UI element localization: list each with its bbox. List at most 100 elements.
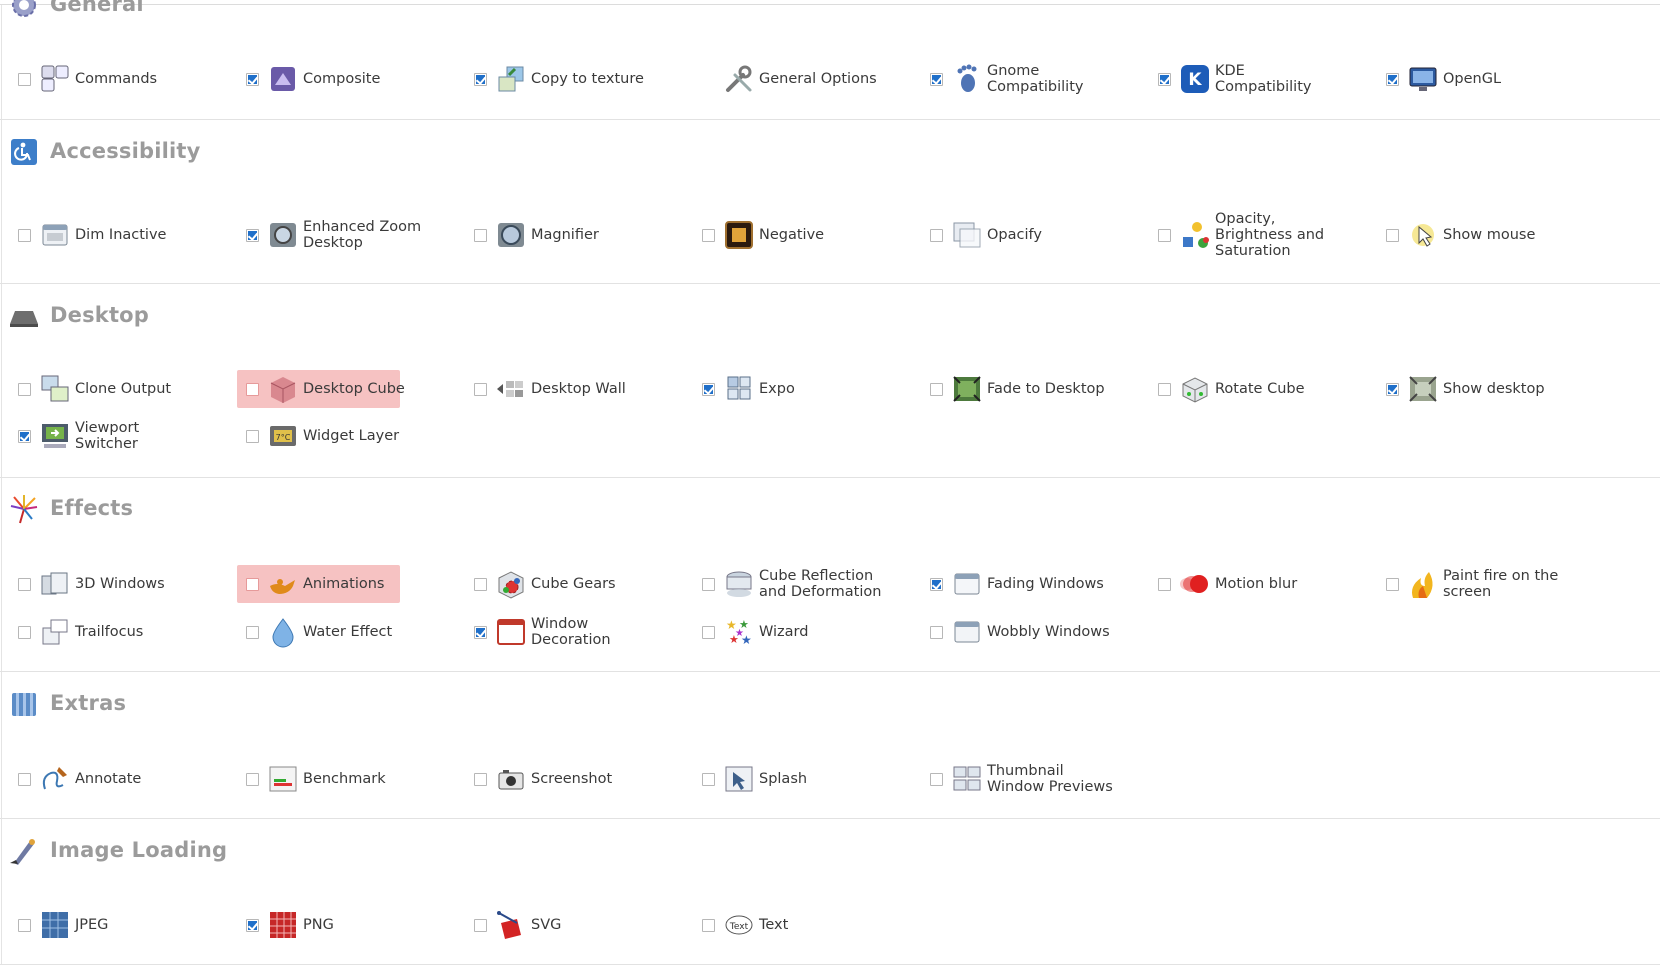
enable-checkbox[interactable] bbox=[474, 772, 487, 786]
plugin-label: Annotate bbox=[75, 771, 142, 787]
plugin-copy-to-texture[interactable]: Copy to texture bbox=[474, 59, 674, 99]
plugin-viewport-switcher[interactable]: Viewport Switcher bbox=[18, 416, 218, 456]
enable-checkbox[interactable] bbox=[474, 228, 487, 242]
plugin-opengl[interactable]: OpenGL bbox=[1386, 59, 1586, 99]
enable-checkbox[interactable] bbox=[246, 429, 259, 443]
png-icon bbox=[267, 909, 299, 941]
enable-checkbox[interactable] bbox=[702, 577, 715, 591]
plugin-trailfocus[interactable]: Trailfocus bbox=[18, 612, 218, 652]
dim-window-icon bbox=[39, 219, 71, 251]
enable-checkbox[interactable] bbox=[930, 625, 943, 639]
plugin-kde-compatibility[interactable]: K KDE Compatibility bbox=[1158, 59, 1358, 99]
plugin-composite[interactable]: Composite bbox=[246, 59, 446, 99]
plugin-opacify[interactable]: Opacify bbox=[930, 215, 1130, 255]
enable-checkbox[interactable] bbox=[1386, 72, 1399, 86]
plugin-clone-output[interactable]: Clone Output bbox=[18, 369, 218, 409]
plugin-text[interactable]: Text Text bbox=[702, 905, 902, 945]
plugin-annotate[interactable]: Annotate bbox=[18, 759, 218, 799]
plugin-magnifier[interactable]: Magnifier bbox=[474, 215, 674, 255]
enable-checkbox[interactable] bbox=[1158, 382, 1171, 396]
plugin-motion-blur[interactable]: Motion blur bbox=[1158, 564, 1358, 604]
enable-checkbox[interactable] bbox=[18, 625, 31, 639]
enable-checkbox[interactable] bbox=[18, 577, 31, 591]
plugin-fade-to-desktop[interactable]: Fade to Desktop bbox=[930, 369, 1130, 409]
enable-checkbox[interactable] bbox=[474, 577, 487, 591]
section-header: Image Loading bbox=[8, 834, 227, 866]
plugin-show-desktop[interactable]: Show desktop bbox=[1386, 369, 1586, 409]
plugin-widget-layer[interactable]: 7°C Widget Layer bbox=[246, 416, 446, 456]
plugin-commands[interactable]: Commands bbox=[18, 59, 218, 99]
enable-checkbox[interactable] bbox=[1386, 382, 1399, 396]
enable-checkbox[interactable] bbox=[246, 577, 259, 591]
monitor-icon bbox=[1407, 63, 1439, 95]
enable-checkbox[interactable] bbox=[474, 72, 487, 86]
plugin-3d-windows[interactable]: 3D Windows bbox=[18, 564, 218, 604]
plugin-jpeg[interactable]: JPEG bbox=[18, 905, 218, 945]
plugin-svg[interactable]: SVG bbox=[474, 905, 674, 945]
plugin-negative[interactable]: Negative bbox=[702, 215, 902, 255]
plugin-water-effect[interactable]: Water Effect bbox=[246, 612, 446, 652]
enable-checkbox[interactable] bbox=[1158, 577, 1171, 591]
enable-checkbox[interactable] bbox=[930, 72, 943, 86]
enable-checkbox[interactable] bbox=[1158, 72, 1171, 86]
plugin-wizard[interactable]: ★ ★ ★ ★ ★ Wizard bbox=[702, 612, 902, 652]
plugin-gnome-compatibility[interactable]: Gnome Compatibility bbox=[930, 59, 1130, 99]
enable-checkbox[interactable] bbox=[246, 918, 259, 932]
enable-checkbox[interactable] bbox=[930, 577, 943, 591]
enable-checkbox[interactable] bbox=[18, 382, 31, 396]
rotate-cube-icon bbox=[1179, 373, 1211, 405]
enable-checkbox[interactable] bbox=[246, 625, 259, 639]
enable-checkbox[interactable] bbox=[1386, 228, 1399, 242]
enable-checkbox[interactable] bbox=[18, 918, 31, 932]
enable-checkbox[interactable] bbox=[246, 72, 259, 86]
plugin-show-mouse[interactable]: Show mouse bbox=[1386, 215, 1586, 255]
enable-checkbox[interactable] bbox=[1386, 577, 1399, 591]
plugin-cube-gears[interactable]: Cube Gears bbox=[474, 564, 674, 604]
plugin-desktop-wall[interactable]: Desktop Wall bbox=[474, 369, 674, 409]
enable-checkbox[interactable] bbox=[474, 918, 487, 932]
enable-checkbox[interactable] bbox=[1158, 228, 1171, 242]
enable-checkbox[interactable] bbox=[246, 772, 259, 786]
enable-checkbox[interactable] bbox=[930, 228, 943, 242]
enable-checkbox[interactable] bbox=[18, 72, 31, 86]
enable-checkbox[interactable] bbox=[930, 772, 943, 786]
fade-desktop-icon bbox=[951, 373, 983, 405]
plugin-png[interactable]: PNG bbox=[246, 905, 446, 945]
plugin-window-decoration[interactable]: Window Decoration bbox=[474, 612, 674, 652]
plugin-label: Wizard bbox=[759, 624, 809, 640]
plugin-label: Paint fire on the screen bbox=[1443, 568, 1559, 600]
enable-checkbox[interactable] bbox=[246, 228, 259, 242]
enable-checkbox[interactable] bbox=[474, 625, 487, 639]
enable-checkbox[interactable] bbox=[18, 772, 31, 786]
plugin-animations[interactable]: Animations bbox=[246, 564, 446, 604]
plugin-wobbly-windows[interactable]: Wobbly Windows bbox=[930, 612, 1130, 652]
enable-checkbox[interactable] bbox=[702, 228, 715, 242]
desktop-icon bbox=[8, 300, 38, 330]
plugin-enhanced-zoom-desktop[interactable]: Enhanced Zoom Desktop bbox=[246, 215, 446, 255]
plugin-benchmark[interactable]: Benchmark bbox=[246, 759, 446, 799]
plugin-desktop-cube[interactable]: Desktop Cube bbox=[246, 369, 446, 409]
plugin-general-options[interactable]: General Options bbox=[702, 59, 902, 99]
plugin-splash[interactable]: Splash bbox=[702, 759, 902, 799]
plugin-fading-windows[interactable]: Fading Windows bbox=[930, 564, 1130, 604]
plugin-screenshot[interactable]: Screenshot bbox=[474, 759, 674, 799]
enable-checkbox[interactable] bbox=[18, 228, 31, 242]
enable-checkbox[interactable] bbox=[702, 382, 715, 396]
plugin-label: Fading Windows bbox=[987, 576, 1104, 592]
enable-checkbox[interactable] bbox=[702, 918, 715, 932]
plugin-expo[interactable]: Expo bbox=[702, 369, 902, 409]
enable-checkbox[interactable] bbox=[702, 625, 715, 639]
plugin-rotate-cube[interactable]: Rotate Cube bbox=[1158, 369, 1358, 409]
plugin-paint-fire-on-the-screen[interactable]: Paint fire on the screen bbox=[1386, 564, 1586, 604]
enable-checkbox[interactable] bbox=[246, 382, 259, 396]
enable-checkbox[interactable] bbox=[702, 772, 715, 786]
enable-checkbox[interactable] bbox=[474, 382, 487, 396]
plugin-thumbnail-window-previews[interactable]: Thumbnail Window Previews bbox=[930, 759, 1130, 799]
enable-checkbox[interactable] bbox=[930, 382, 943, 396]
enable-checkbox[interactable] bbox=[18, 429, 31, 443]
plugin-label: Text bbox=[759, 917, 789, 933]
plugin-cube-reflection-and-deformation[interactable]: Cube Reflection and Deformation bbox=[702, 564, 902, 604]
plugin-dim-inactive[interactable]: Dim Inactive bbox=[18, 215, 218, 255]
plugin-opacity-brightness-and-saturation[interactable]: Opacity, Brightness and Saturation bbox=[1158, 211, 1358, 259]
plugin-label: Clone Output bbox=[75, 381, 172, 397]
